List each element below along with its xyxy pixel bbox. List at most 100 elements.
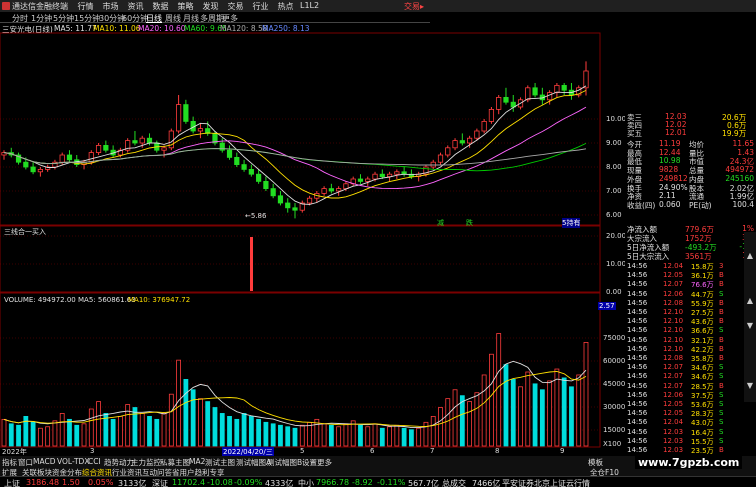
index-sh-label[interactable]: 上证 [4,478,20,487]
scroll-down-icon[interactable]: ▼ [746,322,754,330]
candle-body [306,197,313,204]
scroll-up-icon[interactable]: ▲ [746,252,754,260]
order-label: 买五 [627,129,642,138]
tick-direction: S [719,372,724,381]
price-axis-label: 10.00 [606,115,627,123]
volume-bar [438,407,443,447]
candle-body [183,104,189,122]
quote-stat-row: 收益(四) 0.060 PE(动) 100.4 [627,199,754,210]
price-axis-label: 8.00 [606,163,622,171]
tick-row: 14:56 12.06 44.7万 S [627,290,754,299]
volume-bar [88,408,94,447]
stat-value: 100.4 [732,199,754,209]
price-axis-label: 7.00 [606,187,622,195]
candle-body [88,152,94,163]
stat-value: 0.060 [659,199,681,209]
tick-price: 12.07 [663,372,684,381]
index-zx-label[interactable]: 中小 [298,478,314,487]
candle-body [365,178,371,182]
volume-bar [430,415,436,447]
index-sz-value: 11702.4 [172,478,206,487]
volume-bar [387,426,392,447]
scroll-up-icon[interactable]: ▲ [746,297,754,305]
candle-body [263,180,269,189]
volume-bar [30,421,36,447]
volume-bar [408,429,414,447]
tick-row: 14:56 12.04 43.0万 S [627,418,754,427]
tick-time: 14:56 [627,409,648,418]
candle-body [66,154,73,161]
index-sz-label[interactable]: 深证 [152,478,168,487]
indicator-axis-label: 20.00 [606,232,627,240]
holding-marker: 5持有 [562,218,581,228]
tick-row: 14:56 12.10 42.2万 B [627,345,754,354]
stat-value: 9828 [659,165,679,175]
volume-bar [489,353,494,447]
candle-body [175,104,182,132]
candle-body [328,188,334,192]
tick-row: 14:56 12.10 32.1万 B [627,336,754,345]
index-sz-change: -10.08 [207,478,233,487]
quote-stat-row: 最高 12.44 量比 1.43 [627,148,754,158]
candle-body [336,188,342,192]
volume-bar [445,398,451,447]
tick-price: 12.05 [663,400,684,408]
indicator-tab[interactable]: CCI [88,457,101,466]
tick-time: 14:56 [627,372,648,381]
candle-body [37,168,43,173]
date-axis: 2022年 3 2022/04/20/三 5 6 7 8 9 [0,447,600,457]
volume-bar [37,427,43,447]
volume-axis-label: 30000 [603,403,626,411]
stat-value: 11.65 [732,139,754,148]
scroll-down-icon[interactable]: ▼ [746,382,754,390]
indicator-tab[interactable]: VOL-TDX [57,457,89,466]
quote-panel: 卖三 12.03 20.6万 卖四 12.02 0.6万 买五 12.01 19… [625,112,756,455]
indicator-tab[interactable]: MA2 [189,457,205,466]
tick-time: 14:56 [627,344,648,353]
volume-bar [1,418,7,447]
stat-value: 245160 [725,173,754,183]
volume-bar [227,415,232,447]
candle-body [226,149,233,158]
volume-bar [532,383,538,447]
volume-bar [336,426,342,447]
volume-bar [147,415,152,447]
tick-price: 12.04 [663,418,684,427]
tick-direction: B [719,317,724,326]
candle-body [525,87,531,101]
tick-row: 14:56 12.07 34.6万 S [627,372,754,381]
volume-bar [379,427,385,447]
quote-stat-row: 外盘 249812 内盘 245160 [627,173,754,184]
indicator-bar [250,237,253,291]
tick-price: 12.03 [663,436,684,445]
volume-bar [278,424,283,447]
volume-bar [328,424,334,447]
indicator-tab[interactable]: MACD [33,457,55,466]
tick-price: 12.07 [663,381,684,390]
volume-bar [154,418,160,447]
date-month-mark: 9 [560,447,565,455]
volume-bar [423,421,429,447]
server-name[interactable]: 平安证券北京上证云行情 [502,478,590,487]
tick-row: 14:56 12.03 23.5万 B [627,446,754,455]
candle-body [285,202,291,209]
tick-time: 14:56 [627,363,648,372]
candle-body [466,137,473,144]
tick-time: 14:56 [627,308,648,316]
stat-value: 11.19 [659,139,681,148]
volume-bar [547,380,553,447]
tick-scrollbar[interactable]: ▲ ▲ ▼ ▼ [744,232,756,402]
index-sh-pct: 0.05% [88,478,114,487]
tick-direction: B [719,335,724,344]
fund-flow-row: 净流入额 779.6万 1% [627,224,754,234]
tick-direction: S [719,289,724,298]
volume-bar [219,413,225,447]
tick-price: 12.03 [663,446,684,454]
tick-price: 12.05 [663,409,684,418]
tick-row: 14:56 12.07 28.5万 B [627,382,754,391]
indicator-title: 三线合一买入 [4,228,46,236]
volume-bar [481,374,487,447]
volume-bar [474,392,480,447]
candle-body [496,97,502,110]
index-zx-change: -8.92 [352,478,373,487]
